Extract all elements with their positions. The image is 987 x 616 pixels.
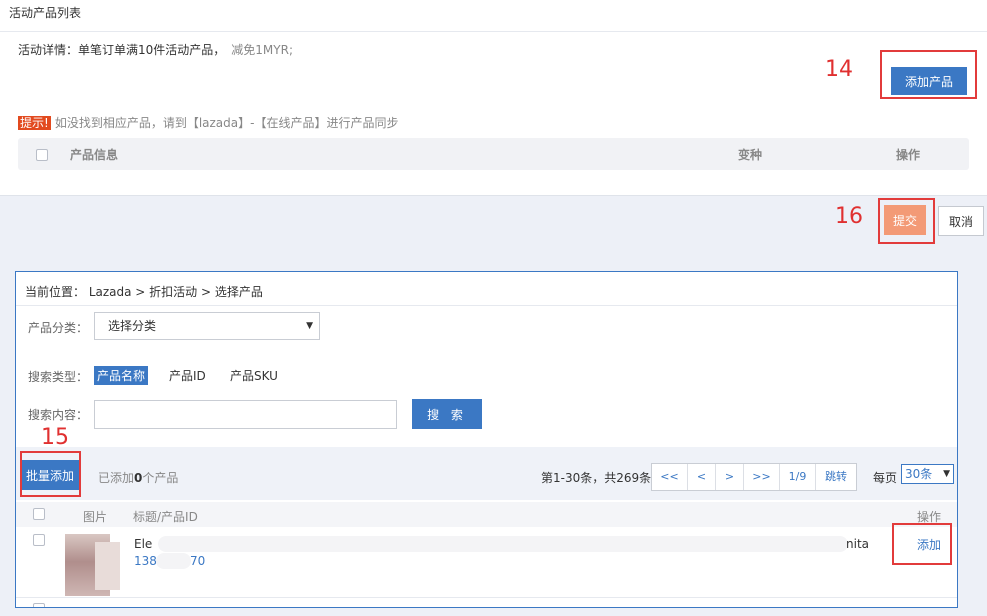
table-row: Ele nita 138 70 添加 [16,528,957,598]
list-toolbar: 批量添加 已添加0个产品 第1-30条，共269条 << < > >> 1/9 … [16,447,957,500]
annotation-box-add [892,523,952,565]
search-content-label: 搜索内容： [28,408,89,422]
chevron-down-icon: ▼ [943,469,950,479]
search-type-product-id[interactable]: 产品ID [166,366,209,385]
panel-title: 活动产品列表 [9,6,82,20]
redacted-id [156,553,191,569]
product-id: 138 [134,554,157,568]
per-page-select[interactable]: 30条 ▼ [901,464,954,484]
added-prefix: 已添加 [98,471,135,485]
chevron-down-icon: ▼ [306,321,313,331]
first-page-button[interactable]: << [652,464,688,490]
divider [0,31,987,32]
header-title: 标题/产品ID [133,510,198,524]
activity-discount: 减免1MYR; [231,43,293,57]
annotation-number-16: 16 [835,204,863,229]
next-page-button[interactable]: > [716,464,744,490]
search-type-label: 搜索类型： [28,370,89,384]
product-table-header: 产品信息 变种 操作 [18,138,969,170]
header-product-info: 产品信息 [70,148,119,162]
annotation-number-15: 15 [41,425,69,450]
redacted-title [158,536,848,552]
pagination: << < > >> 1/9 跳转 [651,463,857,491]
search-type-product-name[interactable]: 产品名称 [94,366,149,385]
annotation-number-14: 14 [825,57,853,82]
product-title-tail: nita [846,537,869,551]
product-title: Ele [134,537,153,551]
row-checkbox[interactable] [33,603,45,607]
divider [16,305,957,306]
category-select-value: 选择分类 [108,319,157,333]
added-suffix: 个产品 [142,471,179,485]
annotation-box-15 [20,451,81,497]
prev-page-button[interactable]: < [688,464,716,490]
jump-button[interactable]: 跳转 [816,464,856,490]
active-products-panel: 活动产品列表 活动详情：单笔订单满10件活动产品， 减免1MYR; 14 添加产品… [0,0,987,196]
search-button[interactable]: 搜 索 [412,399,482,429]
thumbnail-detail [95,542,120,590]
header-image: 图片 [83,510,108,524]
search-type-product-sku[interactable]: 产品SKU [227,366,281,385]
header-variant: 变种 [738,148,763,162]
product-thumbnail [65,534,120,596]
activity-detail-label: 活动详情： [18,43,79,57]
tip-text: 如没找到相应产品，请到【lazada】-【在线产品】进行产品同步 [54,116,399,130]
last-page-button[interactable]: >> [744,464,780,490]
cancel-button[interactable]: 取消 [938,206,984,236]
select-product-dialog: 当前位置： Lazada > 折扣活动 > 选择产品 产品分类： 选择分类 ▼ … [15,271,958,608]
category-select[interactable]: 选择分类 ▼ [94,312,320,340]
page-indicator: 1/9 [780,464,816,490]
result-range: 第1-30条，共269条 [541,471,652,485]
activity-detail: 活动详情：单笔订单满10件活动产品， 减免1MYR; [18,41,293,58]
submit-button[interactable]: 提交 [884,205,926,235]
tip-line: 提示! 如没找到相应产品，请到【lazada】-【在线产品】进行产品同步 [18,114,398,131]
row-checkbox[interactable] [33,534,45,546]
breadcrumb: 当前位置： Lazada > 折扣活动 > 选择产品 [25,285,263,299]
per-page-value: 30条 [905,467,933,481]
header-action: 操作 [896,148,921,162]
product-list-header: 图片 标题/产品ID 操作 [16,502,957,527]
added-count-text: 已添加0个产品 [98,469,178,486]
category-label: 产品分类： [28,321,89,335]
tip-badge: 提示! [18,116,51,130]
select-all-checkbox[interactable] [36,149,48,161]
per-page-label: 每页 [873,471,898,485]
search-input[interactable] [94,400,397,429]
product-id-tail: 70 [190,554,206,568]
add-product-button[interactable]: 添加产品 [891,67,967,95]
activity-detail-text: 单笔订单满10件活动产品， [78,43,226,57]
select-all-checkbox[interactable] [33,508,45,520]
